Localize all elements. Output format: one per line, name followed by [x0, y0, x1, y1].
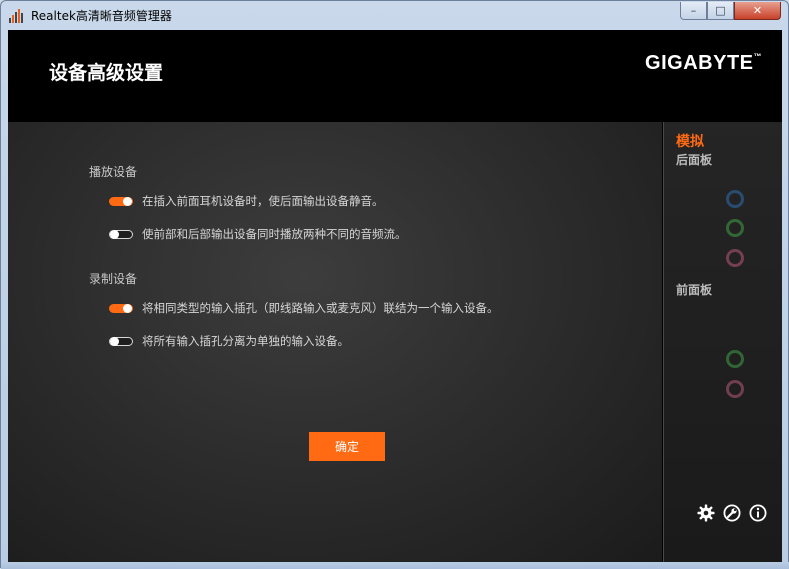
window-controls: – □ ✕ — [680, 2, 781, 20]
ok-button[interactable]: 确定 — [309, 432, 385, 461]
toggle-knob — [110, 229, 119, 239]
toggle-switch-on[interactable] — [109, 303, 133, 313]
toggle-switch-on[interactable] — [109, 196, 133, 206]
recording-option-separate-inputs[interactable]: 将所有输入插孔分离为单独的输入设备。 — [109, 333, 349, 349]
page-title: 设备高级设置 — [49, 62, 164, 84]
close-button[interactable]: ✕ — [734, 2, 781, 20]
wrench-icon[interactable] — [723, 504, 741, 522]
bottom-toolbar — [697, 504, 767, 522]
playback-section-title: 播放设备 — [89, 165, 138, 179]
client-area: 设备高级设置 GIGABYTE™ 播放设备 在插入前面耳机设备时，使后面输出设备… — [8, 30, 782, 562]
recording-section-title: 录制设备 — [89, 272, 138, 286]
trademark-mark: ™ — [753, 52, 762, 61]
info-icon[interactable] — [749, 504, 767, 522]
playback-option-mute-rear[interactable]: 在插入前面耳机设备时，使后面输出设备静音。 — [109, 193, 384, 209]
blue-jack-icon[interactable] — [726, 190, 744, 208]
rear-panel-label: 后面板 — [676, 153, 713, 167]
option-label: 将相同类型的输入插孔（即线路输入或麦克风）联结为一个输入设备。 — [142, 301, 499, 315]
speaker-app-icon — [9, 9, 25, 23]
toggle-switch-off[interactable] — [109, 336, 133, 346]
recording-option-combine-inputs[interactable]: 将相同类型的输入插孔（即线路输入或麦克风）联结为一个输入设备。 — [109, 300, 499, 316]
option-label: 将所有输入插孔分离为单独的输入设备。 — [142, 334, 349, 348]
sidebar: 模拟 后面板 前面板 — [663, 122, 782, 562]
title-bar[interactable]: Realtek高清晰音频管理器 – □ ✕ — [1, 1, 788, 30]
option-label: 使前部和后部输出设备同时播放两种不同的音频流。 — [142, 227, 407, 241]
green-jack-icon[interactable] — [726, 219, 744, 237]
toggle-knob — [123, 196, 132, 206]
front-panel-label: 前面板 — [676, 283, 713, 297]
pink-jack-icon[interactable] — [726, 380, 744, 398]
minimize-button[interactable]: – — [680, 2, 707, 20]
toggle-knob — [110, 336, 119, 346]
window-title: Realtek高清晰音频管理器 — [31, 9, 172, 23]
gear-icon[interactable] — [697, 504, 715, 522]
option-label: 在插入前面耳机设备时，使后面输出设备静音。 — [142, 194, 384, 208]
header: 设备高级设置 GIGABYTE™ — [8, 30, 782, 122]
settings-panel: 播放设备 在插入前面耳机设备时，使后面输出设备静音。 使前部和后部输出设备同时播… — [8, 122, 662, 562]
toggle-knob — [123, 303, 132, 313]
tab-analog[interactable]: 模拟 — [676, 131, 704, 151]
gigabyte-logo: GIGABYTE™ — [645, 52, 762, 75]
green-jack-icon[interactable] — [726, 350, 744, 368]
logo-text: GIGABYTE — [645, 52, 754, 74]
maximize-button[interactable]: □ — [707, 2, 734, 20]
playback-option-dual-stream[interactable]: 使前部和后部输出设备同时播放两种不同的音频流。 — [109, 226, 407, 242]
pink-jack-icon[interactable] — [726, 249, 744, 267]
app-window: Realtek高清晰音频管理器 – □ ✕ 设备高级设置 GIGABYTE™ 播… — [0, 0, 789, 569]
toggle-switch-off[interactable] — [109, 229, 133, 239]
